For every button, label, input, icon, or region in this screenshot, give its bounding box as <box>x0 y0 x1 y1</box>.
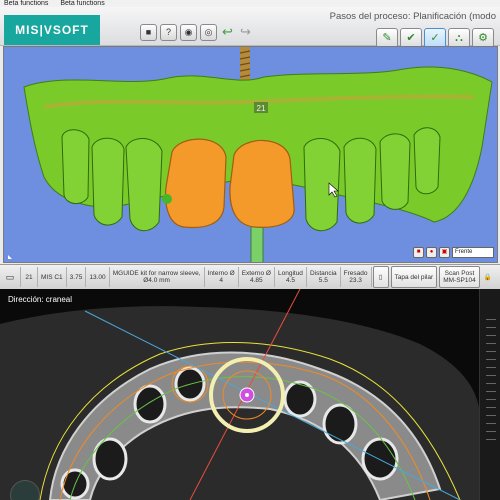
implant-model: MIS C1 <box>41 273 63 281</box>
view-direction-select[interactable]: Frente <box>452 247 494 258</box>
crown-left <box>164 138 227 229</box>
scale-tick <box>486 407 496 408</box>
lock-icon[interactable]: 🔒 <box>481 267 495 287</box>
tooth-left-3 <box>125 138 163 232</box>
root <box>322 403 358 445</box>
field-value: 23.3 <box>349 277 362 284</box>
guide-kit: MGUIDE kit for narrow sleeve, Ø4.0 mm <box>112 270 201 284</box>
record-icon[interactable]: ● <box>426 247 437 258</box>
redo-icon[interactable]: ↪ <box>238 24 253 39</box>
tooth-number-cell: 21 <box>21 267 38 287</box>
field-value: 4.5 <box>285 277 295 284</box>
3d-view[interactable]: 21 ■ ● ▣ Frente <box>3 46 498 263</box>
3d-dental-model: 21 <box>8 47 493 262</box>
scale-tick <box>486 319 496 320</box>
slice-scrollbar[interactable] <box>479 289 500 500</box>
main-toolbar: MIS|VSOFT ■ ? ◉ ◎ ↩ ↪ Pasos del proceso:… <box>0 7 500 48</box>
scale-tick <box>486 351 496 352</box>
step-edit-button[interactable]: ✎ <box>376 28 398 48</box>
tooth-right-4 <box>413 127 441 195</box>
implant-length: 13.00 <box>89 273 106 281</box>
length-cell: 13.00 <box>86 267 110 287</box>
tooth-left-1 <box>61 129 90 204</box>
scale-tick <box>486 399 496 400</box>
diameter-cell: 3.75 <box>67 267 87 287</box>
scale-tick <box>486 375 496 376</box>
field-label: Externo Ø <box>241 270 271 277</box>
view-controls: ■ ● ▣ Frente <box>413 247 494 258</box>
tooth-right-2 <box>343 137 377 224</box>
ct-axial-view[interactable]: Dirección: craneal <box>0 289 500 500</box>
ct-scan-image <box>0 289 480 500</box>
field-distance: Distancia 5.5 <box>307 267 341 287</box>
square-icon[interactable]: ■ <box>140 24 157 41</box>
menu-item-beta-functions-2[interactable]: Beta functions <box>60 0 104 7</box>
menu-bar: Beta functions Beta functions <box>0 0 500 7</box>
app-logo: MIS|VSOFT <box>4 15 100 45</box>
scale-tick <box>486 359 496 360</box>
scale-tick <box>486 343 496 344</box>
scale-tick <box>486 327 496 328</box>
contact-spot <box>162 194 172 204</box>
scale-tick <box>486 383 496 384</box>
tooth-left-2 <box>91 137 125 226</box>
root <box>133 384 167 424</box>
crown-right <box>229 139 295 228</box>
ct-direction-label: Dirección: craneal <box>8 295 73 304</box>
process-steps-label: Pasos del proceso: Planificación (modo <box>329 11 496 22</box>
implant-center <box>245 393 249 397</box>
scan-post-button[interactable]: Scan Post MM-SP104 <box>439 266 480 288</box>
implant-diameter: 3.75 <box>69 273 83 281</box>
camera-icon[interactable]: ◎ <box>200 24 217 41</box>
model-cell: MIS C1 <box>38 267 67 287</box>
field-value: 4 <box>219 277 223 284</box>
scan-post-label: Scan Post <box>444 270 475 277</box>
scale-tick <box>486 415 496 416</box>
field-length: Longitud 4.5 <box>275 267 307 287</box>
tooth-right-3 <box>379 133 411 210</box>
scan-post-value: MM-SP104 <box>443 277 476 284</box>
implant-label: 21 <box>257 104 266 113</box>
scale-tick <box>486 335 496 336</box>
stop-icon[interactable]: ■ <box>413 247 424 258</box>
root <box>92 437 128 481</box>
camera-rear-icon[interactable]: ◉ <box>180 24 197 41</box>
field-inner-diameter: Interno Ø4 <box>205 267 239 287</box>
tooth-right-1 <box>303 138 341 232</box>
implant-icon-cell[interactable]: ▭ <box>0 267 21 287</box>
step-settings-button[interactable]: ⚙ <box>472 28 494 48</box>
tooth-number: 21 <box>25 273 33 281</box>
help-icon[interactable]: ? <box>160 24 177 41</box>
scale-tick <box>486 439 496 440</box>
field-label: Fresado <box>343 270 368 277</box>
field-drilling: Fresado 23.3 <box>341 267 372 287</box>
sleeve-icon: ▯ <box>378 273 383 281</box>
field-value: 4.85 <box>250 277 263 284</box>
implant-info-bar: ▭ 21 MIS C1 3.75 13.00 MGUIDE kit for na… <box>0 264 500 290</box>
implant-sleeve-icon[interactable]: ▯ <box>372 266 389 288</box>
abutment-cap-label: Tapa del pilar <box>394 273 434 281</box>
undo-icon[interactable]: ↩ <box>220 24 235 39</box>
step-check-button[interactable]: ✔ <box>400 28 422 48</box>
field-label: Interno Ø <box>207 270 235 277</box>
kit-cell: MGUIDE kit for narrow sleeve, Ø4.0 mm <box>110 267 205 287</box>
field-label: Longitud <box>277 270 303 277</box>
scale-tick <box>486 423 496 424</box>
abutment-cap-button[interactable]: Tapa del pilar <box>390 266 438 288</box>
scale-tick <box>486 367 496 368</box>
process-steps: ✎ ✔ ✓ ⛬ ⚙ <box>376 28 494 48</box>
axis-indicator-icon <box>8 255 12 259</box>
step-planning-button[interactable]: ✓ <box>424 28 446 48</box>
step-tooth-button[interactable]: ⛬ <box>448 28 470 48</box>
field-label: Distancia <box>309 270 337 277</box>
view-cube-icon[interactable]: ▣ <box>439 247 450 258</box>
toolbar-buttons: ■ ? ◉ ◎ ↩ ↪ <box>140 24 253 41</box>
root <box>361 437 399 481</box>
field-outer-diameter: Externo Ø 4.85 <box>239 267 275 287</box>
implant-icon: ▭ <box>5 271 15 282</box>
field-value: 5.5 <box>318 277 328 284</box>
scale-tick <box>486 431 496 432</box>
menu-item-beta-functions[interactable]: Beta functions <box>4 0 48 7</box>
scale-tick <box>486 391 496 392</box>
